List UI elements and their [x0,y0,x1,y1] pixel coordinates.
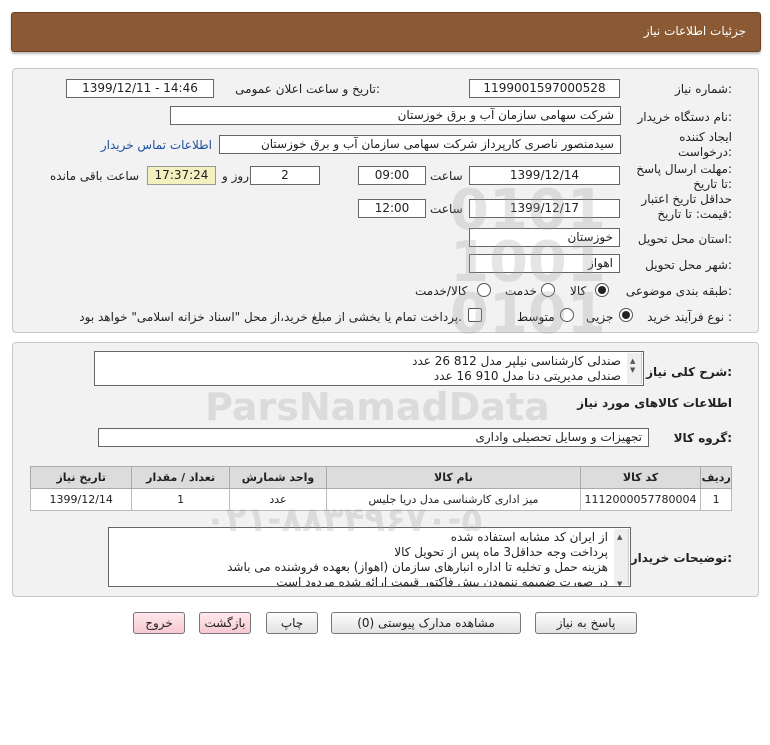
buyer-org-label: نام دستگاه خریدار: [637,110,733,124]
delivery-city-label: شهر محل تحویل: [645,258,732,272]
reply-time-field: 09:00 [358,166,426,185]
goods-group-field: تجهیزات و وسایل تحصیلی واداری [98,428,649,447]
days-remaining-field: 2 [250,166,320,185]
countdown-timer: 17:37:24 [147,166,216,185]
goods-table: ردیف کد کالا نام کالا واحد شمارش تعداد /… [29,466,732,511]
validity-date-field: 1399/12/17 [469,199,620,218]
price-validity-label: حداقل تاریخ اعتبار قیمت: تا تاریخ: [641,192,732,221]
cell-quantity: 1 [131,488,230,511]
print-button[interactable]: چاپ [266,612,318,634]
col-name: نام کالا [326,466,581,489]
summary-line-2: صندلی مدیریتی دنا مدل 910 16 عدد [433,369,621,383]
validity-time-label: ساعت [430,202,463,216]
goods-table-header: ردیف کد کالا نام کالا واحد شمارش تعداد /… [29,466,732,489]
reply-button[interactable]: پاسخ به نیاز [535,612,637,634]
process-option-medium: متوسط [517,310,555,324]
col-code: کد کالا [579,466,702,489]
note-line-1: از ایران کد مشابه استفاده شده [450,530,608,544]
table-row[interactable]: 1 1112000057780004 میز اداری کارشناسی مد… [29,488,732,511]
announce-datetime-label: تاریخ و ساعت اعلان عمومی: [235,82,380,96]
col-need-date: تاریخ نیاز [29,466,133,489]
summary-label: شرح کلی نیاز: [646,365,732,379]
buyer-org-field: شرکت سهامی سازمان آب و برق خوزستان [170,106,621,125]
time-remaining-label: ساعت باقی مانده [50,169,140,183]
page-title: جزئیات اطلاعات نیاز [643,24,746,38]
buyer-notes-textarea[interactable]: از ایران کد مشابه استفاده شده پرداخت وجه… [108,527,631,587]
buyer-contact-link[interactable]: اطلاعات تماس خریدار [82,138,212,152]
cell-need-date: 1399/12/14 [29,488,133,511]
requester-label: ایجاد کننده درخواست: [678,130,732,159]
category-option-goods-service: کالا/خدمت [415,284,468,298]
scroll-down-icon: ▼ [630,366,636,374]
summary-scrollbar[interactable]: ▲ ▼ [627,353,642,384]
back-button[interactable]: بازگشت [199,612,251,634]
category-option-goods: کالا [570,284,587,298]
need-number-field: 1199001597000528 [469,79,620,98]
category-radio-goods[interactable] [595,283,609,297]
delivery-city-field: اهواز [469,254,620,273]
process-radio-minor[interactable] [619,308,633,322]
col-row: ردیف [700,466,732,489]
announce-datetime-field: 1399/12/11 - 14:46 [66,79,214,98]
view-attachments-button[interactable]: مشاهده مدارک پیوستی (0) [331,612,521,634]
treasury-note: پرداخت تمام یا بخشی از مبلغ خرید،از محل … [79,310,462,324]
category-label: طبقه بندی موضوعی: [625,284,732,298]
note-line-3: هزینه حمل و تخلیه تا اداره انبارهای سازم… [227,560,608,574]
delivery-province-label: استان محل تحویل: [637,232,732,246]
scroll-down-icon: ▼ [617,580,623,587]
process-option-minor: جزیی [586,310,614,324]
summary-line-1: صندلی کارشناسی نیلپر مدل 812 26 عدد [412,354,621,368]
buyer-notes-label: توضیحات خریدار: [630,551,732,565]
reply-date-field: 1399/12/14 [469,166,620,185]
page-header: جزئیات اطلاعات نیاز [11,12,761,52]
cell-row: 1 [700,488,732,511]
process-radio-medium[interactable] [560,308,574,322]
reply-time-label: ساعت [430,169,463,183]
cell-code: 1112000057780004 [579,488,702,511]
category-radio-goods-service[interactable] [477,283,491,297]
exit-button[interactable]: خروج [133,612,185,634]
category-radio-service[interactable] [541,283,555,297]
need-number-label: شماره نیاز: [674,82,732,96]
category-option-service: خدمت [505,284,537,298]
col-quantity: تعداد / مقدار [131,466,230,489]
delivery-province-field: خوزستان [469,228,620,247]
goods-info-title: اطلاعات کالاهای مورد نیاز [577,396,732,410]
note-line-4: در صورت ضمیمه ننمودن پیش فاکتور قیمت ارا… [276,575,608,587]
validity-time-field: 12:00 [358,199,426,218]
goods-group-label: گروه کالا: [673,431,732,445]
note-line-2: پرداخت وجه حداقل3 ماه پس از تحویل کالا [394,545,608,559]
treasury-checkbox[interactable] [468,308,482,322]
scroll-up-icon: ▲ [617,533,623,541]
col-unit: واحد شمارش [228,466,328,489]
summary-textarea[interactable]: صندلی کارشناسی نیلپر مدل 812 26 عدد صندل… [94,351,644,386]
requester-field: سیدمنصور ناصری کارپرداز شرکت سهامی سازما… [219,135,621,154]
reply-deadline-label: مهلت ارسال پاسخ: تا تاریخ: [636,162,732,191]
process-type-label: نوع فرآیند خرید : [647,310,732,324]
cell-unit: عدد [228,488,328,511]
days-label: روز و [222,169,249,183]
cell-name: میز اداری کارشناسی مدل دریا جلیس [326,488,581,511]
notes-scrollbar[interactable]: ▲ ▼ [614,529,629,587]
